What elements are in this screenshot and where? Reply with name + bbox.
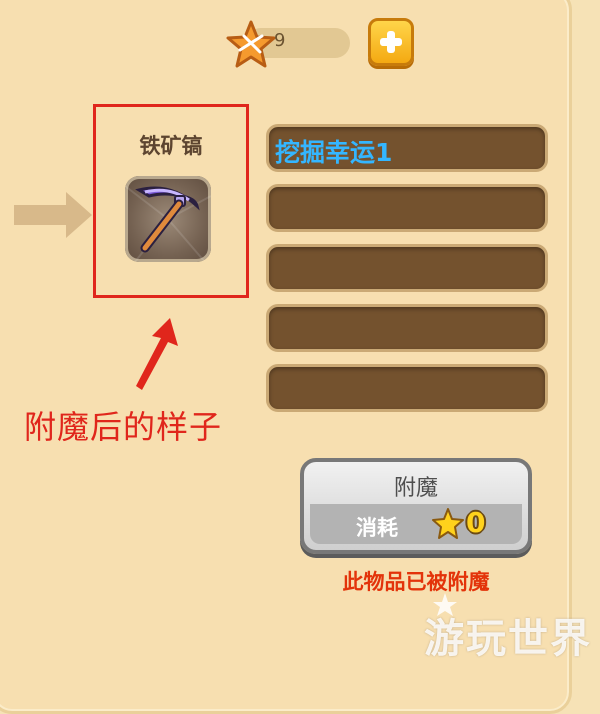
enchant-slot bbox=[266, 244, 548, 292]
cost-value: 0 bbox=[466, 506, 486, 539]
watermark: 游玩世界 bbox=[424, 616, 592, 662]
cost-label: 消耗 bbox=[356, 516, 398, 540]
pickaxe-icon bbox=[125, 185, 211, 262]
enchanted-status: 此物品已被附魔 bbox=[342, 570, 490, 594]
annotation-arrow bbox=[136, 318, 178, 390]
star-icon bbox=[226, 20, 276, 68]
enchant-slot bbox=[266, 304, 548, 352]
enchant-slot bbox=[266, 184, 548, 232]
currency-count: 9 bbox=[274, 30, 286, 51]
enchant-slot bbox=[266, 364, 548, 412]
enchant-button-cost-bar bbox=[310, 504, 522, 544]
enchant-slot: 挖掘幸运1 bbox=[266, 124, 548, 172]
enchant-button[interactable]: 附魔 消耗 0 bbox=[300, 458, 532, 554]
annotation-text: 附魔后的样子 bbox=[24, 408, 223, 446]
item-name: 铁矿镐 bbox=[139, 134, 203, 158]
item-slot[interactable] bbox=[125, 176, 211, 262]
enchant-button-label: 附魔 bbox=[393, 476, 438, 501]
star-icon bbox=[432, 508, 464, 539]
arrow-right-icon bbox=[14, 192, 92, 238]
add-currency-button[interactable] bbox=[368, 18, 414, 66]
